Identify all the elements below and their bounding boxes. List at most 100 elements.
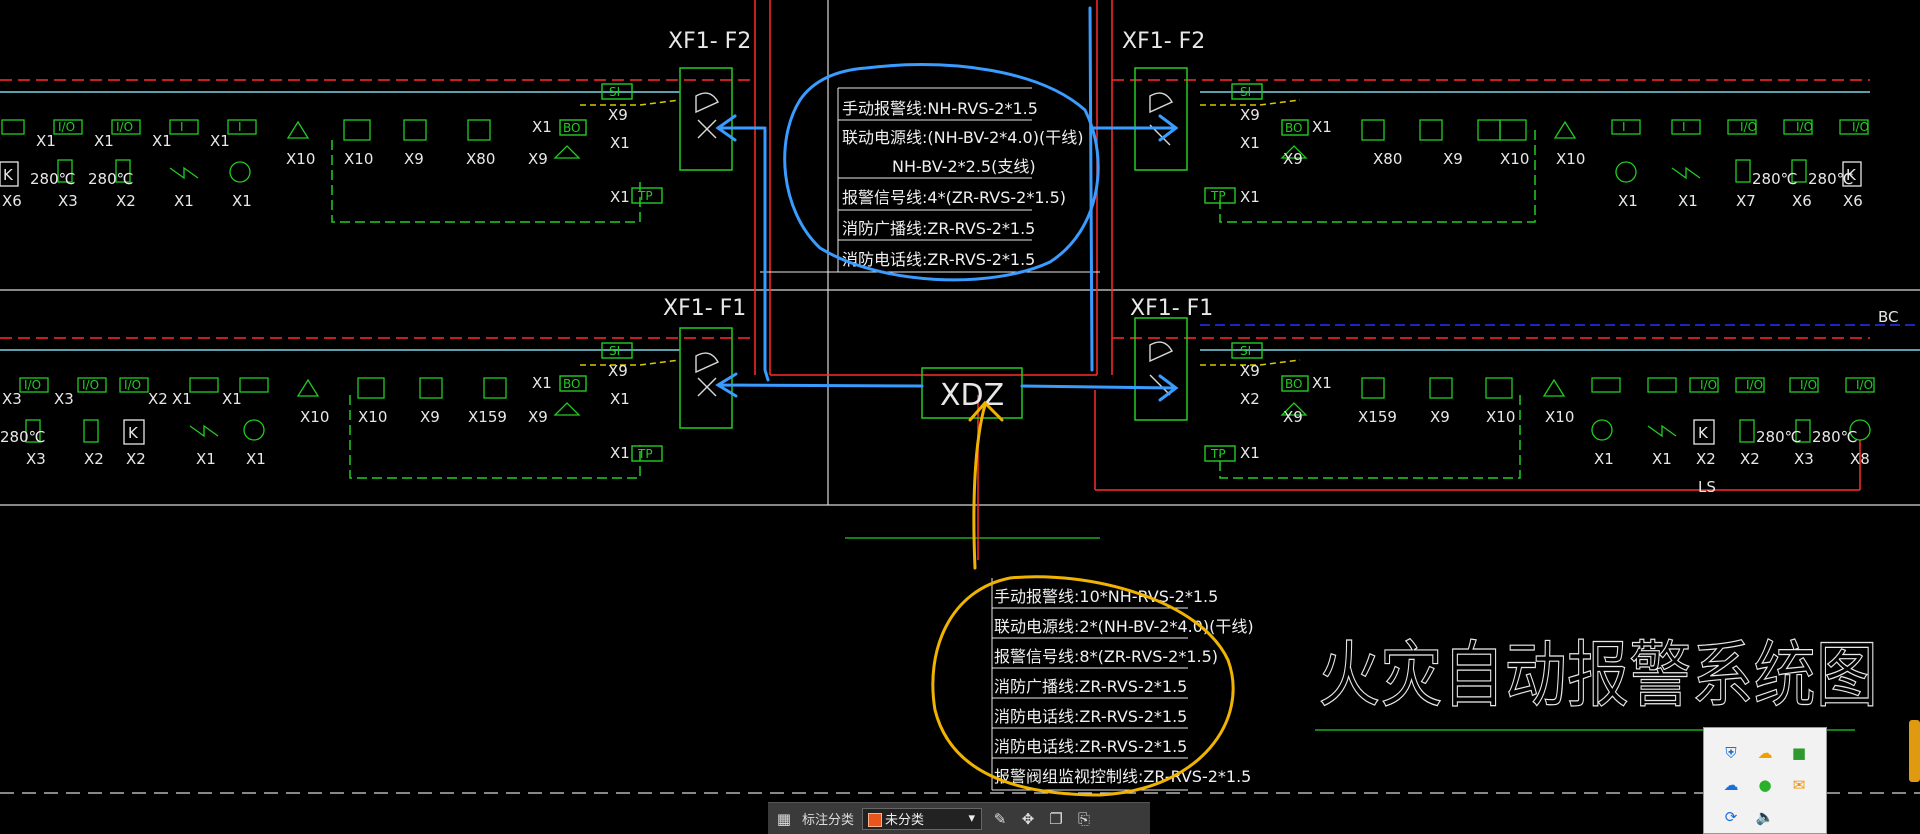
nvidia-icon[interactable]: ■ — [1788, 742, 1810, 764]
svg-text:X3: X3 — [2, 390, 22, 408]
category-color-swatch — [868, 812, 883, 827]
tp-label: TP — [637, 447, 653, 461]
svg-text:280℃: 280℃ — [1812, 428, 1857, 446]
svg-text:X159: X159 — [468, 408, 507, 426]
note-line: 消防广播线:ZR-RVS-2*1.5 — [994, 677, 1187, 696]
edit-icon[interactable]: ✎ — [990, 809, 1010, 829]
svg-text:I: I — [1622, 120, 1626, 134]
svg-text:280℃: 280℃ — [1752, 170, 1797, 188]
row-labels-f2-left: X6 X3 X2 X1 X1 X10 X10 X9 X80 X9 X1 X1 X… — [2, 106, 630, 210]
trunk-lines — [754, 0, 1861, 560]
svg-text:X1: X1 — [532, 374, 552, 392]
svg-text:X9: X9 — [404, 150, 424, 168]
svg-text:X2: X2 — [148, 390, 168, 408]
svg-text:X1: X1 — [1240, 444, 1260, 462]
svg-text:X1: X1 — [610, 390, 630, 408]
annotation-toolbar: ▦ 标注分类 未分类 ▾ ✎ ✥ ❐ ⎘ — [768, 802, 1150, 834]
svg-text:X8: X8 — [1850, 450, 1870, 468]
svg-text:X1: X1 — [94, 132, 114, 150]
lower-cable-table: 手动报警线:10*NH-RVS-2*1.5 联动电源线:2*(NH-BV-2*4… — [991, 578, 1254, 791]
note-line: 报警信号线:4*(ZR-RVS-2*1.5) — [842, 188, 1066, 207]
svg-text:X1: X1 — [1678, 192, 1698, 210]
svg-text:X80: X80 — [466, 150, 495, 168]
tp-label: TP — [637, 189, 653, 203]
shield-icon[interactable]: ⛨ — [1720, 742, 1742, 764]
svg-text:X1: X1 — [1618, 192, 1638, 210]
cloud-icon[interactable]: ☁ — [1720, 774, 1742, 796]
svg-text:X10: X10 — [1486, 408, 1515, 426]
diagram-title: 火灾自动报警系统图 — [1318, 633, 1878, 717]
svg-text:X1: X1 — [1312, 118, 1332, 136]
upper-cable-table: 手动报警线:NH-RVS-2*1.5 联动电源线:(NH-BV-2*4.0)(干… — [760, 87, 1100, 273]
grid-icon[interactable]: ▦ — [774, 809, 794, 829]
svg-text:I: I — [1682, 120, 1686, 134]
svg-text:X80: X80 — [1373, 150, 1402, 168]
category-label: 标注分类 — [802, 813, 855, 828]
svg-text:X9: X9 — [528, 408, 548, 426]
svg-text:X10: X10 — [358, 408, 387, 426]
bo-label: BO — [563, 377, 580, 391]
svg-text:I/O: I/O — [58, 120, 75, 134]
note-line: 报警信号线:8*(ZR-RVS-2*1.5) — [994, 647, 1218, 666]
svg-text:X6: X6 — [2, 192, 22, 210]
si-label: SI — [1240, 85, 1251, 99]
sync-icon[interactable]: ⟳ — [1720, 806, 1742, 828]
weather-icon[interactable]: ☁ — [1754, 742, 1776, 764]
svg-text:X1: X1 — [222, 390, 242, 408]
note-line: 联动电源线:2*(NH-BV-2*4.0)(干线) — [994, 617, 1254, 636]
mail-icon[interactable]: ✉ — [1788, 774, 1810, 796]
svg-text:X2: X2 — [1740, 450, 1760, 468]
section-label: XF1- F1 — [663, 296, 746, 321]
svg-text:I/O: I/O — [124, 378, 141, 392]
svg-text:X9: X9 — [608, 106, 628, 124]
section-label: XF1- F2 — [668, 29, 751, 54]
svg-text:X3: X3 — [1794, 450, 1814, 468]
move-icon[interactable]: ✥ — [1018, 809, 1038, 829]
svg-text:X10: X10 — [1556, 150, 1585, 168]
svg-text:X1: X1 — [232, 192, 252, 210]
svg-text:X1: X1 — [610, 188, 630, 206]
svg-text:LS: LS — [1698, 478, 1716, 496]
row-labels-f2-right: X9 X80 X9 X10 X10 X1 X1 X7 X6 X6 X1 X1 X… — [1240, 106, 1863, 210]
svg-text:K: K — [1698, 424, 1709, 442]
svg-text:X9: X9 — [608, 362, 628, 380]
note-line: 报警阀组监视控制线:ZR-RVS-2*1.5 — [994, 767, 1251, 786]
tp-label: TP — [1210, 189, 1226, 203]
scrollbar-thumb[interactable] — [1909, 720, 1920, 782]
copy-icon[interactable]: ❐ — [1046, 809, 1066, 829]
svg-text:X159: X159 — [1358, 408, 1397, 426]
wechat-icon[interactable]: ● — [1754, 774, 1776, 796]
category-select-value: 未分类 — [885, 813, 925, 828]
svg-text:K: K — [128, 424, 139, 442]
svg-text:I/O: I/O — [1796, 120, 1813, 134]
svg-text:X6: X6 — [1843, 192, 1863, 210]
svg-text:X2: X2 — [126, 450, 146, 468]
svg-text:I/O: I/O — [1852, 120, 1869, 134]
category-select[interactable]: 未分类 ▾ — [862, 807, 983, 830]
svg-text:X1: X1 — [36, 132, 56, 150]
svg-text:X2: X2 — [84, 450, 104, 468]
section-label: XF1- F2 — [1122, 29, 1205, 54]
svg-text:X1: X1 — [174, 192, 194, 210]
svg-text:280℃: 280℃ — [30, 170, 75, 188]
bo-label: BO — [1285, 377, 1302, 391]
svg-text:X9: X9 — [1443, 150, 1463, 168]
si-label: SI — [609, 344, 620, 358]
svg-text:X1: X1 — [1240, 188, 1260, 206]
note-line: 联动电源线:(NH-BV-2*4.0)(干线) — [842, 128, 1083, 147]
svg-text:I/O: I/O — [24, 378, 41, 392]
svg-text:X9: X9 — [1240, 362, 1260, 380]
svg-text:I/O: I/O — [1700, 378, 1717, 392]
paste-icon[interactable]: ⎘ — [1074, 809, 1094, 829]
center-panel-label: XDZ — [940, 378, 1004, 413]
svg-text:X7: X7 — [1736, 192, 1756, 210]
svg-text:X9: X9 — [420, 408, 440, 426]
svg-text:X3: X3 — [58, 192, 78, 210]
svg-text:I/O: I/O — [82, 378, 99, 392]
bo-label: BO — [1285, 121, 1302, 135]
volume-icon[interactable]: 🔈 — [1754, 806, 1776, 828]
svg-text:X6: X6 — [1792, 192, 1812, 210]
si-label: SI — [609, 85, 620, 99]
svg-text:X9: X9 — [528, 150, 548, 168]
svg-text:X2: X2 — [1240, 390, 1260, 408]
